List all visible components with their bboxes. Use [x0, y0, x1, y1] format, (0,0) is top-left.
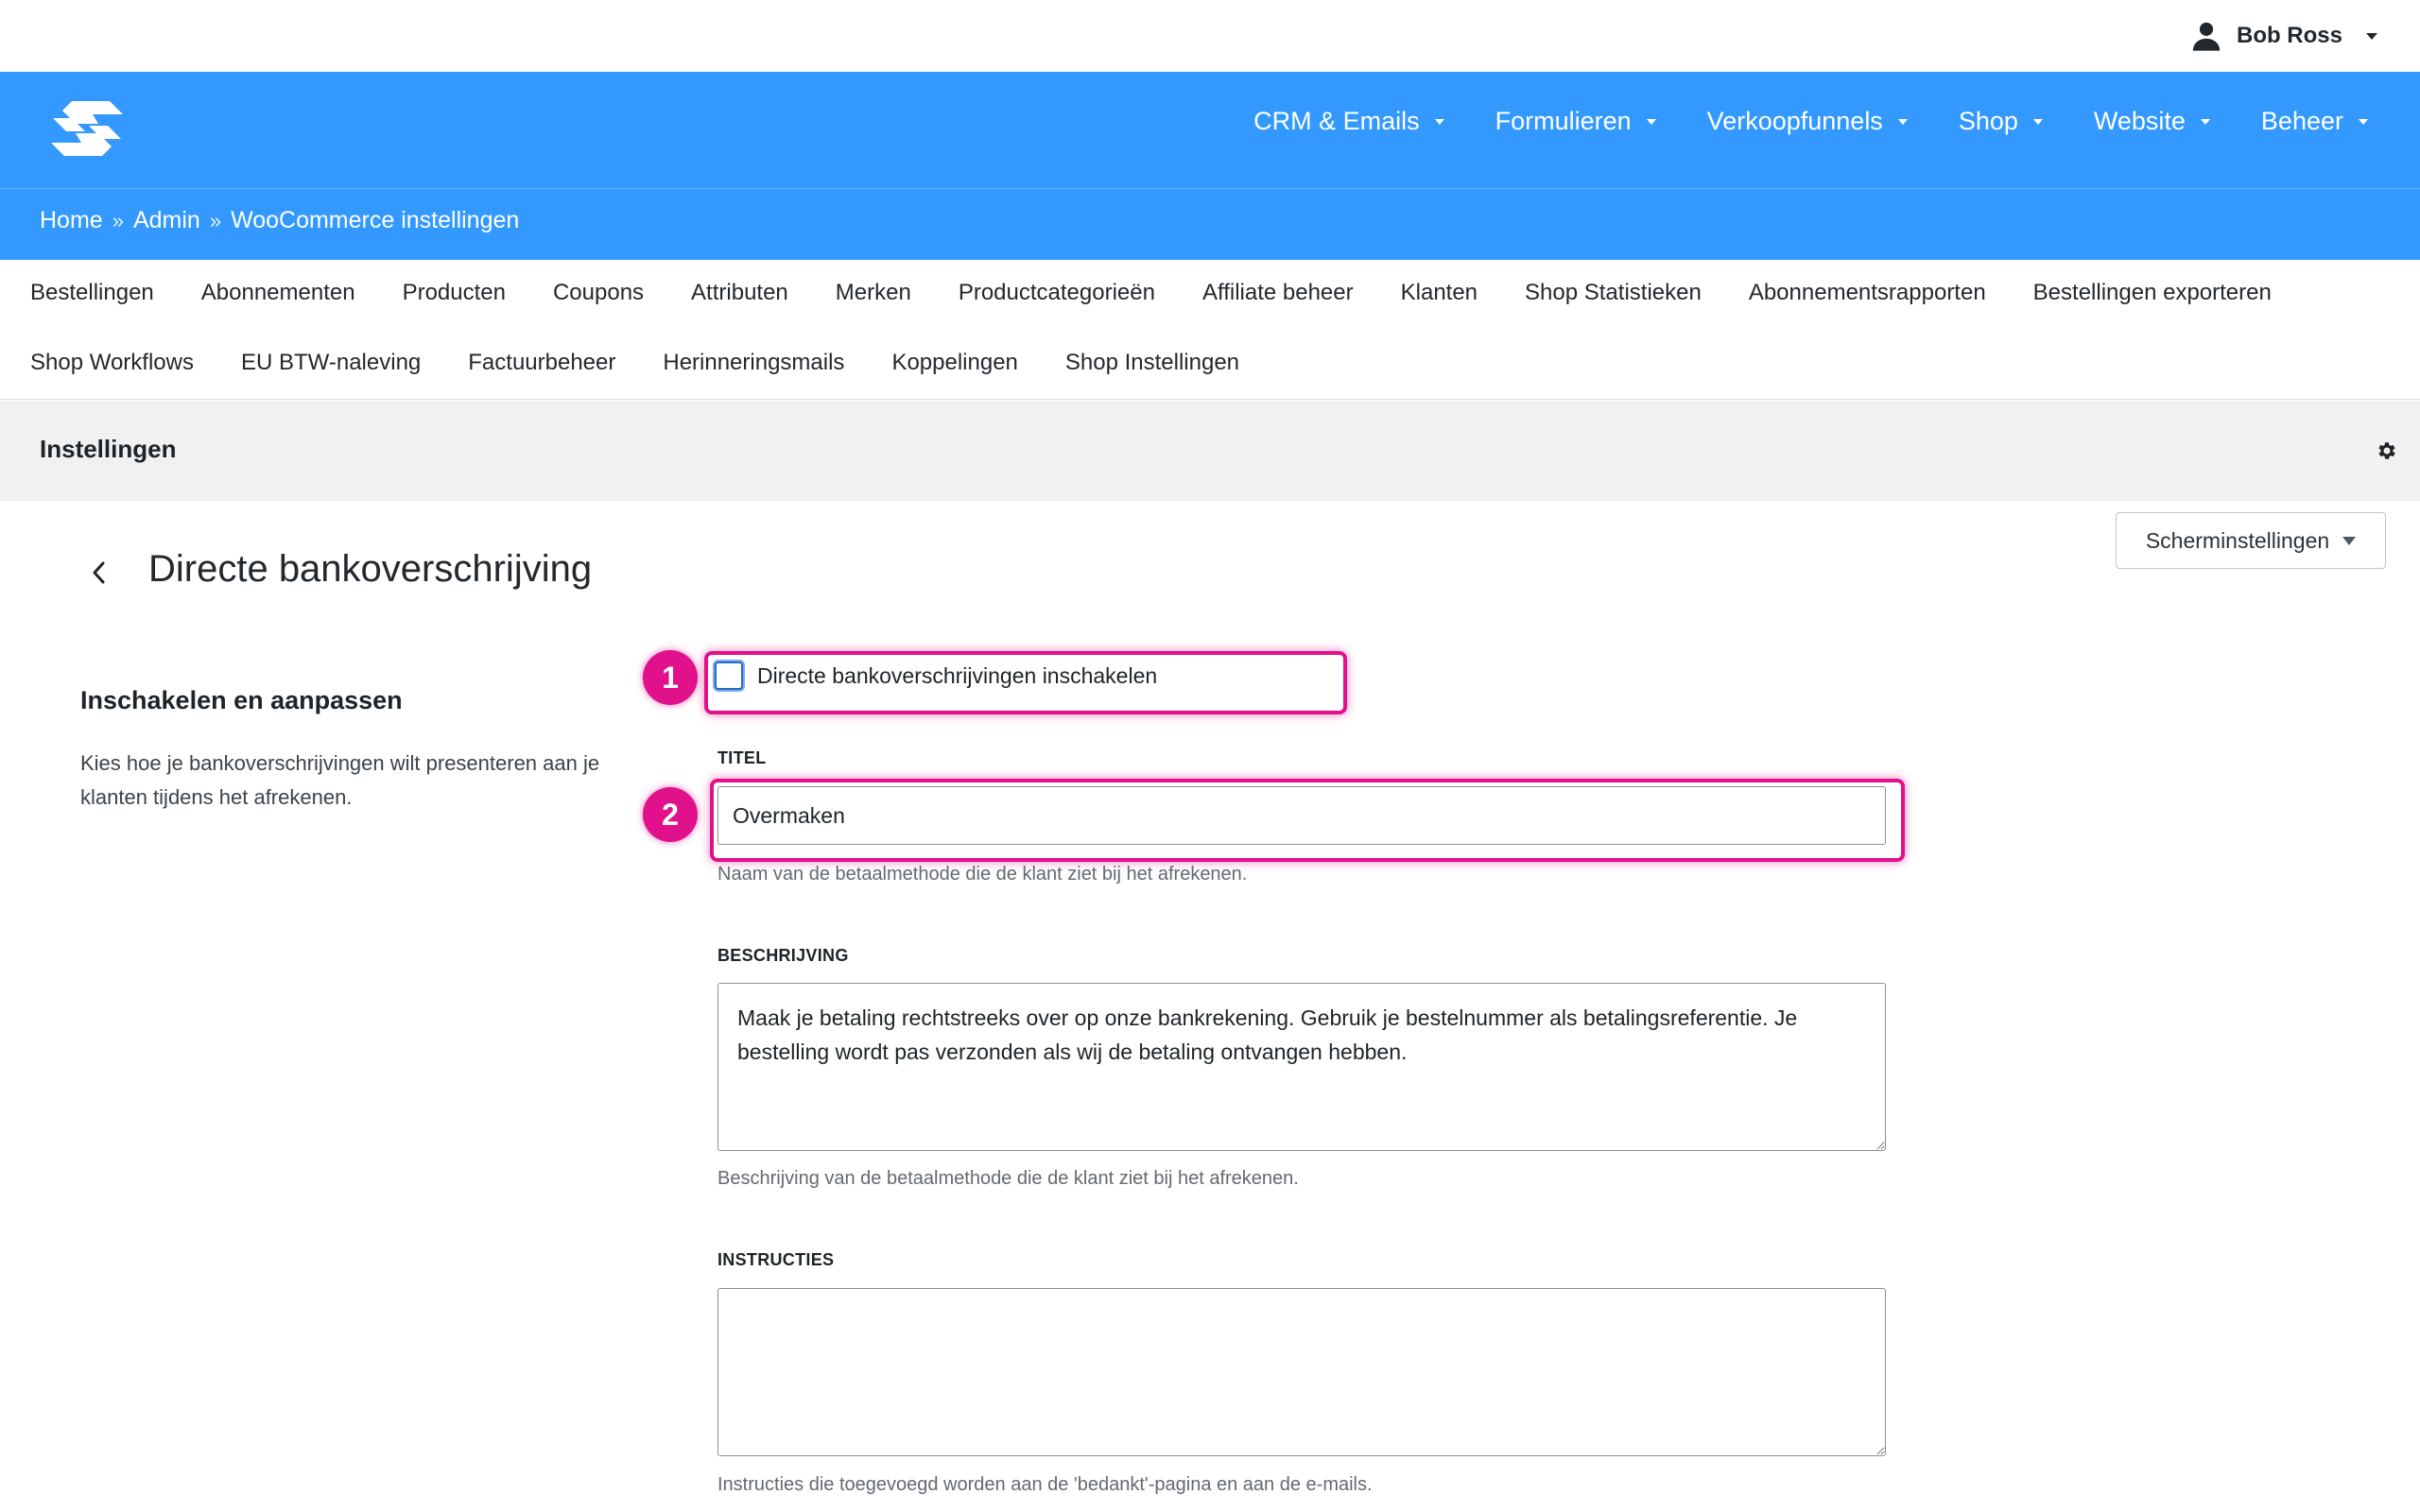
- screen-options-button[interactable]: Scherminstellingen: [2116, 512, 2386, 569]
- breadcrumb-admin[interactable]: Admin: [133, 207, 200, 234]
- section-title: Inschakelen en aanpassen: [80, 686, 403, 714]
- instructions-field-help: Instructies die toegevoegd worden aan de…: [717, 1474, 1373, 1495]
- subnav-shop-instellingen[interactable]: Shop Instellingen: [1065, 350, 1239, 376]
- subnav-attributen[interactable]: Attributen: [691, 280, 788, 306]
- nav-verkoopfunnels[interactable]: Verkoopfunnels: [1707, 107, 1908, 136]
- enable-bacs-checkbox-row[interactable]: Directe bankoverschrijvingen inschakelen: [715, 662, 1157, 690]
- nav-beheer[interactable]: Beheer: [2261, 107, 2368, 136]
- chevron-down-icon: [2200, 118, 2210, 125]
- chevron-down-icon: [1646, 118, 1656, 125]
- shop-subnav: Bestellingen Abonnementen Producten Coup…: [0, 260, 2420, 400]
- instructions-field[interactable]: [717, 1288, 1886, 1456]
- title-field-help: Naam van de betaalmethode die de klant z…: [717, 864, 1248, 885]
- screen-options-label: Scherminstellingen: [2145, 527, 2330, 553]
- subnav-herinneringsmails[interactable]: Herinneringsmails: [663, 350, 844, 376]
- section-description: Kies hoe je bankoverschrijvingen wilt pr…: [80, 751, 600, 809]
- brand-logo[interactable]: [43, 97, 130, 160]
- subnav-row-1: Bestellingen Abonnementen Producten Coup…: [30, 274, 2319, 312]
- chevron-down-icon: [2032, 118, 2043, 125]
- subnav-factuurbeheer[interactable]: Factuurbeheer: [468, 350, 615, 376]
- enable-bacs-label: Directe bankoverschrijvingen inschakelen: [757, 662, 1158, 688]
- subnav-abonnementsrapporten[interactable]: Abonnementsrapporten: [1749, 280, 1986, 306]
- breadcrumb-bar: Home » Admin » WooCommerce instellingen: [0, 188, 2420, 260]
- subnav-row-2: Shop Workflows EU BTW-naleving Factuurbe…: [30, 344, 1287, 382]
- nav-website[interactable]: Website: [2094, 107, 2210, 136]
- breadcrumb-separator: »: [112, 208, 124, 232]
- subnav-koppelingen[interactable]: Koppelingen: [891, 350, 1017, 376]
- subnav-merken[interactable]: Merken: [836, 280, 911, 306]
- breadcrumb: Home » Admin » WooCommerce instellingen: [40, 207, 519, 234]
- subnav-shop-workflows[interactable]: Shop Workflows: [30, 350, 194, 376]
- annotation-badge-2: 2: [643, 787, 698, 842]
- user-icon: [2192, 22, 2221, 51]
- instructions-field-label: INSTRUCTIES: [717, 1250, 835, 1269]
- breadcrumb-separator: »: [209, 208, 222, 232]
- subnav-bestellingen-exporteren[interactable]: Bestellingen exporteren: [2033, 280, 2272, 306]
- caret-down-icon: [2342, 536, 2357, 545]
- subnav-producten[interactable]: Producten: [403, 280, 506, 306]
- subnav-shop-statistieken[interactable]: Shop Statistieken: [1525, 280, 1702, 306]
- annotation-badge-1: 1: [643, 650, 698, 705]
- title-field[interactable]: [717, 786, 1886, 845]
- breadcrumb-home[interactable]: Home: [40, 207, 103, 234]
- subnav-eu-btw-naleving[interactable]: EU BTW-naleving: [241, 350, 421, 376]
- main-header: CRM & Emails Formulieren Verkoopfunnels …: [0, 72, 2420, 188]
- back-arrow-icon[interactable]: [85, 556, 113, 590]
- caret-down-icon: [2366, 32, 2377, 40]
- nav-formulieren[interactable]: Formulieren: [1495, 107, 1656, 136]
- settings-bar: Instellingen: [0, 401, 2420, 501]
- chevron-down-icon: [1897, 118, 1908, 125]
- subnav-affiliate-beheer[interactable]: Affiliate beheer: [1202, 280, 1354, 306]
- user-bar: Bob Ross: [0, 0, 2420, 72]
- title-field-label: TITEL: [717, 748, 767, 767]
- nav-crm-emails[interactable]: CRM & Emails: [1253, 107, 1444, 136]
- main-nav: CRM & Emails Formulieren Verkoopfunnels …: [1202, 107, 2368, 136]
- enable-bacs-checkbox[interactable]: [715, 662, 743, 690]
- chevron-down-icon: [1434, 118, 1444, 125]
- subnav-coupons[interactable]: Coupons: [553, 280, 644, 306]
- subnav-abonnementen[interactable]: Abonnementen: [201, 280, 355, 306]
- breadcrumb-woocommerce-instellingen[interactable]: WooCommerce instellingen: [231, 207, 519, 234]
- user-name: Bob Ross: [2236, 23, 2342, 48]
- description-field-label: BESCHRIJVING: [717, 946, 849, 965]
- subnav-bestellingen[interactable]: Bestellingen: [30, 280, 154, 306]
- gear-icon[interactable]: [2376, 439, 2398, 462]
- subnav-klanten[interactable]: Klanten: [1401, 280, 1478, 306]
- subnav-productcategorieen[interactable]: Productcategorieën: [959, 280, 1155, 306]
- settings-title: Instellingen: [40, 435, 177, 463]
- page-title: Directe bankoverschrijving: [148, 548, 593, 590]
- description-field[interactable]: Maak je betaling rechtstreeks over op on…: [717, 983, 1886, 1151]
- user-menu[interactable]: Bob Ross: [2190, 17, 2377, 55]
- chevron-down-icon: [2359, 118, 2368, 125]
- nav-shop[interactable]: Shop: [1959, 107, 2043, 136]
- description-field-help: Beschrijving van de betaalmethode die de…: [717, 1168, 1299, 1189]
